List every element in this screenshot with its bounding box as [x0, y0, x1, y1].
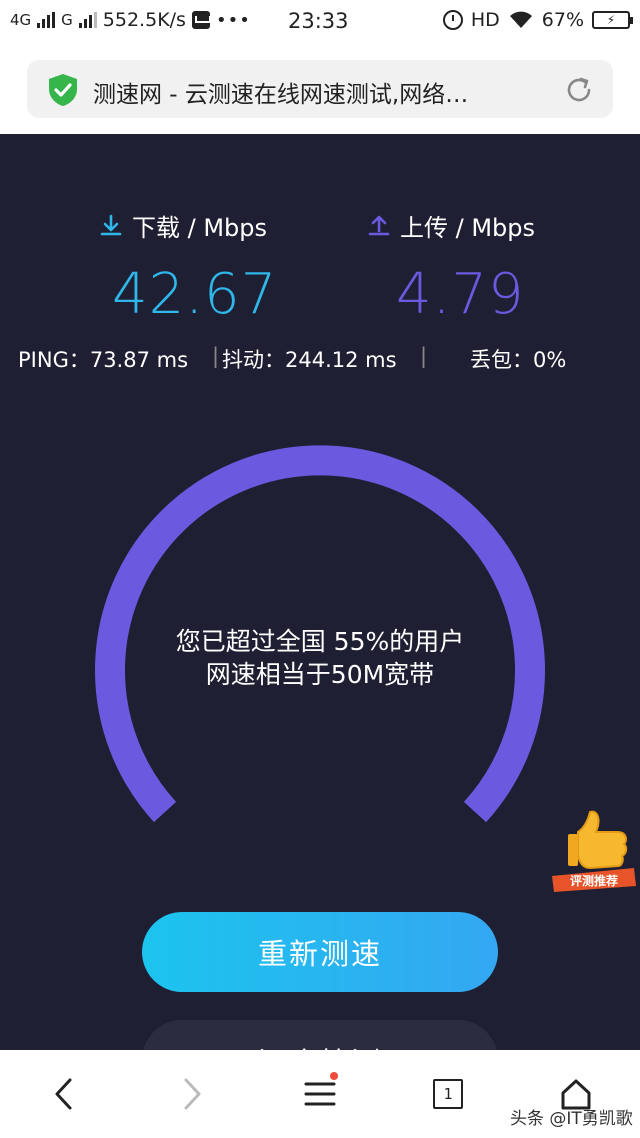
recommend-badge: 评测推荐 [552, 810, 636, 892]
clock-time: 23:33 [288, 9, 349, 33]
screen: 4G G 552.5K/s ••• 23:33 HD 67% ⚡ 测速网 - 云… [0, 0, 640, 1138]
upload-label: 上传 / Mbps [366, 208, 535, 243]
ping-value: PING：73.87 ms [18, 348, 189, 372]
download-icon [100, 214, 122, 235]
status-right: HD 67% ⚡ [442, 9, 633, 31]
signal-icon [37, 12, 56, 28]
signal-icon-2 [78, 12, 97, 28]
page-title: 测速网 - 云测速在线网速测试,网络… [93, 82, 469, 108]
network-speed: 552.5K/s [102, 9, 186, 31]
stats-row: PING：73.87 ms | 抖动：244.12 ms | 丢包：0% [18, 344, 628, 374]
tabs-button[interactable]: 1 [428, 1074, 468, 1114]
download-value: 42.67 [112, 262, 278, 327]
menu-icon [304, 1082, 336, 1106]
separator: | [420, 344, 428, 368]
speedtest-panel: 下载 / Mbps 上传 / Mbps 42.67 4.79 PING：73.8… [0, 134, 640, 1050]
tab-count: 1 [443, 1085, 453, 1103]
bottom-nav: 1 头条 @IT勇凯歌 [0, 1050, 640, 1138]
mail-icon [191, 11, 211, 29]
forward-icon [184, 1078, 201, 1110]
gauge-bandwidth-text: 网速相当于50M宽带 [205, 660, 435, 689]
download-label: 下载 / Mbps [98, 208, 267, 243]
deep-test-button[interactable]: 深度检测 [142, 1020, 498, 1050]
packet-loss-value: 丢包：0% [470, 348, 567, 372]
gauge-percentile-text: 您已超过全国 55%的用户 [175, 627, 465, 656]
retest-button[interactable]: 重新测速 [142, 912, 498, 992]
hd-indicator: HD [470, 9, 500, 31]
thumbs-up-icon [577, 810, 628, 870]
battery-icon: ⚡ [592, 11, 633, 29]
download-label-text: 下载 / Mbps [132, 214, 268, 242]
jitter-value: 抖动：244.12 ms [222, 348, 397, 372]
wifi-icon [509, 11, 532, 28]
reload-icon[interactable] [563, 74, 595, 106]
notification-dot [330, 1072, 338, 1080]
status-bar: 4G G 552.5K/s ••• 23:33 HD 67% ⚡ [0, 0, 640, 44]
tabs-icon: 1 [433, 1079, 463, 1109]
forward-button[interactable] [172, 1074, 212, 1114]
network-type-g: G [61, 11, 73, 29]
separator: | [212, 344, 220, 368]
upload-icon [368, 215, 390, 235]
more-notifications-icon: ••• [215, 9, 251, 31]
watermark: 头条 @IT勇凯歌 [510, 1109, 633, 1129]
badge-text: 评测推荐 [570, 873, 618, 888]
battery-percent: 67% [541, 9, 584, 31]
back-button[interactable] [44, 1074, 84, 1114]
status-left: 4G G 552.5K/s ••• [10, 9, 251, 31]
shield-check-icon [49, 74, 77, 106]
menu-button[interactable] [300, 1072, 340, 1114]
address-bar-area: 测速网 - 云测速在线网速测试,网络… [0, 44, 640, 134]
upload-label-text: 上传 / Mbps [400, 214, 536, 242]
address-bar[interactable]: 测速网 - 云测速在线网速测试,网络… [27, 60, 613, 118]
network-type-4g: 4G [10, 11, 32, 29]
alarm-icon [442, 10, 463, 30]
upload-value: 4.79 [396, 262, 525, 327]
back-icon [55, 1078, 72, 1110]
